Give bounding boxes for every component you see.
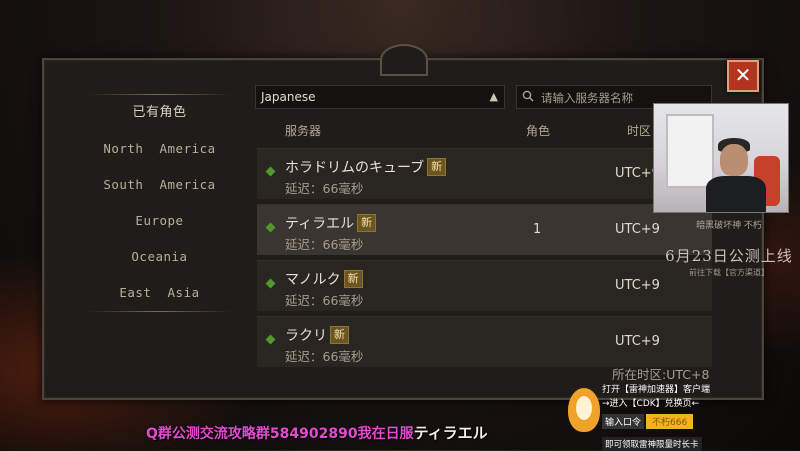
region-item-europe[interactable]: Europe: [87, 203, 232, 239]
promo-subtext: 前往下载【官方渠道】: [689, 268, 769, 277]
server-name-line: マノルク新: [285, 269, 363, 289]
server-name: マノルク: [285, 272, 341, 288]
game-screen: ✕ 已有角色 North America South America Europ…: [0, 0, 800, 451]
header-timezone: 时区: [627, 124, 652, 138]
launch-promo: 暗黑破坏神 不朽 6月23日公测上线 前往下载【官方渠道】: [660, 218, 798, 278]
promo-date: 6月23日公测上线: [665, 247, 793, 265]
sponsor-line-3: 即可领取雷神限量时长卡: [602, 437, 702, 451]
subregion-selected: Japanese: [261, 90, 316, 104]
server-latency: 延迟：66毫秒: [285, 293, 364, 308]
search-icon: [522, 90, 534, 102]
region-list: 已有角色 North America South America Europe …: [87, 94, 232, 312]
server-name: ラクリ: [285, 328, 327, 344]
server-character-count: 1: [533, 222, 542, 237]
subregion-dropdown[interactable]: Japanese ▲: [255, 85, 505, 109]
server-timezone: UTC+9: [615, 334, 660, 349]
new-badge: 新: [357, 214, 377, 232]
webcam-shelf: [666, 114, 714, 188]
caret-up-icon: ▲: [489, 90, 498, 103]
sponsor-line-2: →进入【CDK】兑换页←: [602, 399, 700, 409]
header-characters: 角色: [526, 124, 551, 138]
server-status-icon: [265, 222, 276, 233]
server-name-line: ラクリ新: [285, 325, 349, 345]
divider: [87, 311, 232, 312]
promo-game-title: 暗黑破坏神 不朽: [696, 221, 762, 231]
server-name: ティラエル: [285, 216, 355, 232]
stream-ticker: Q群公测交流攻略群584902890我在日服ティラエル: [146, 422, 488, 446]
server-table-header: 服务器 角色 时区: [255, 118, 712, 142]
webcam-person-body: [706, 176, 766, 212]
webcam-overlay: [653, 103, 789, 213]
server-name-line: ホラドリムのキューブ新: [285, 157, 447, 177]
server-name: ホラドリムのキューブ: [285, 160, 425, 176]
server-status-icon: [265, 278, 276, 289]
server-status-icon: [265, 166, 276, 177]
dialog-ornament: [380, 44, 428, 76]
server-timezone: UTC+9: [615, 222, 660, 237]
new-badge: 新: [330, 326, 349, 344]
server-row[interactable]: ホラドリムのキューブ新 延迟：66毫秒 UTC+9: [257, 148, 712, 199]
server-latency: 延迟：66毫秒: [285, 181, 364, 196]
ticker-text: Q群公测交流攻略群584902890我在日服: [146, 426, 414, 442]
region-item-oceania[interactable]: Oceania: [87, 239, 232, 275]
close-button[interactable]: ✕: [727, 60, 759, 92]
header-server: 服务器: [285, 124, 322, 138]
sponsor-code-label: 输入口令: [602, 414, 645, 429]
top-bar: [0, 0, 800, 14]
ticker-server: ティラエル: [413, 424, 488, 442]
server-name-line: ティラエル新: [285, 213, 377, 233]
sponsor-logo: [568, 388, 600, 432]
server-row[interactable]: マノルク新 延迟：66毫秒 UTC+9: [257, 260, 712, 311]
server-timezone: UTC+9: [615, 278, 660, 293]
region-item-east-asia[interactable]: East Asia: [87, 275, 232, 311]
new-badge: 新: [427, 158, 447, 176]
server-list: ホラドリムのキューブ新 延迟：66毫秒 UTC+9 ティラエル新 延迟：66毫秒…: [257, 148, 712, 372]
region-item-south-america[interactable]: South America: [87, 167, 232, 203]
server-latency: 延迟：66毫秒: [285, 349, 364, 364]
sponsor-code-value: 不朽666: [646, 414, 694, 429]
new-badge: 新: [343, 270, 363, 288]
sponsor-overlay: 打开【雷神加速器】客户端 →进入【CDK】兑换页← 输入口令 不朽666 即可领…: [568, 380, 800, 451]
sponsor-line-1: 打开【雷神加速器】客户端: [602, 385, 711, 395]
server-latency: 延迟：66毫秒: [285, 237, 364, 252]
close-icon: ✕: [734, 63, 752, 87]
server-status-icon: [265, 334, 276, 345]
region-item-existing-characters[interactable]: 已有角色: [87, 95, 232, 131]
region-item-north-america[interactable]: North America: [87, 131, 232, 167]
webcam-person-head: [720, 144, 748, 176]
server-row-selected[interactable]: ティラエル新 延迟：66毫秒 1 UTC+9: [257, 204, 712, 255]
server-row[interactable]: ラクリ新 延迟：66毫秒 UTC+9: [257, 316, 712, 367]
